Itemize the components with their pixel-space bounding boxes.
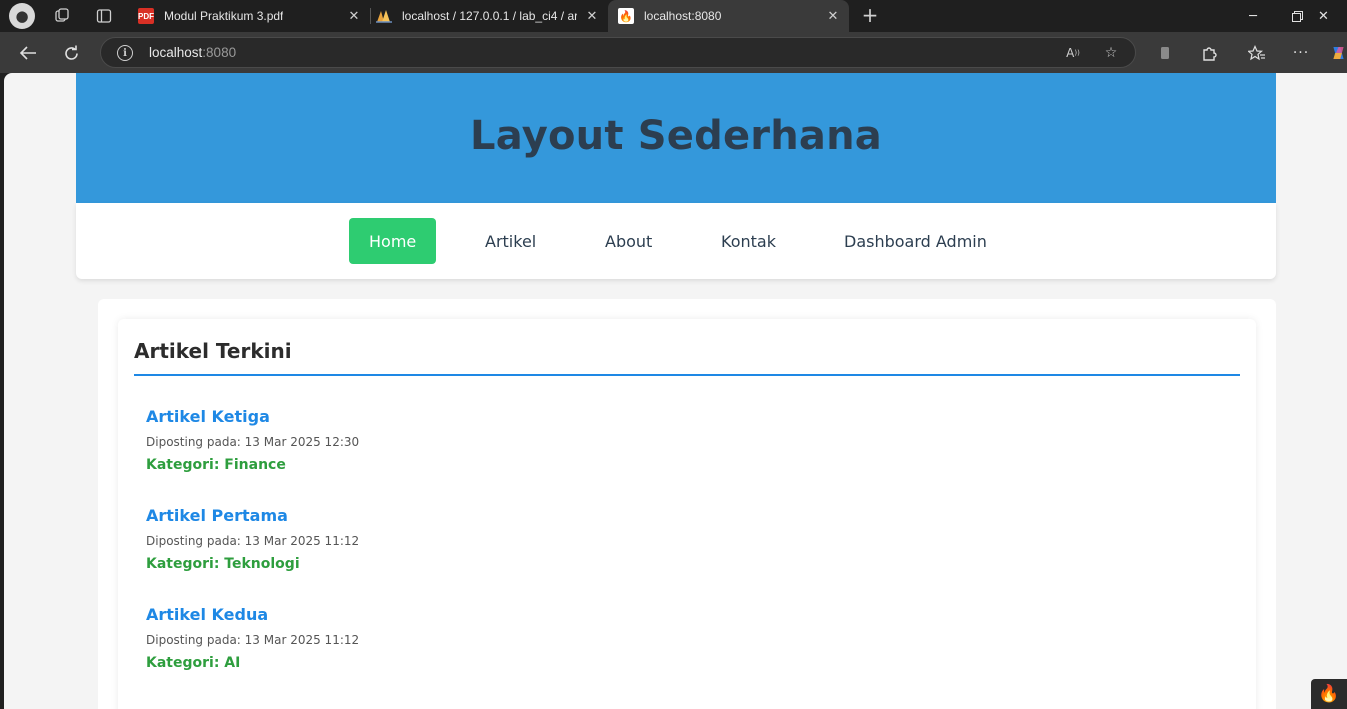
read-aloud-icon[interactable]: A)) [1063,43,1083,63]
extensions-icon[interactable] [1196,40,1222,66]
site-info-icon[interactable]: i [117,45,133,61]
section-title: Artikel Terkini [134,339,292,363]
back-icon[interactable] [15,40,41,66]
nav-kontak[interactable]: Kontak [721,218,776,264]
article-title-link[interactable]: Artikel Pertama [146,506,359,525]
address-url[interactable]: localhost:8080 [149,45,236,60]
article-item: Artikel Pertama Diposting pada: 13 Mar 2… [146,506,359,572]
address-bar[interactable]: i localhost:8080 A)) ☆ [100,37,1136,68]
tab-title: Modul Praktikum 3.pdf [164,9,284,23]
copilot-icon[interactable] [1330,40,1347,66]
main-nav: Home Artikel About Kontak Dashboard Admi… [76,203,1276,279]
article-category: Kategori: Finance [146,457,286,473]
article-date: Diposting pada: 13 Mar 2025 11:12 [146,633,360,647]
tab-phpmyadmin[interactable]: localhost / 127.0.0.1 / lab_ci4 / ar ✕ [366,0,608,32]
article-category: Kategori: AI [146,655,241,671]
refresh-icon[interactable] [58,40,84,66]
nav-dashboard-admin[interactable]: Dashboard Admin [844,218,987,264]
profile-avatar-icon[interactable]: ● [9,3,35,29]
more-menu-icon[interactable]: ··· [1288,40,1314,66]
close-tab-icon[interactable]: ✕ [584,8,600,24]
article-title-link[interactable]: Artikel Kedua [146,605,359,624]
recent-articles-widget: Artikel Terkini Artikel Ketiga Diposting… [118,319,1256,709]
tab-localhost[interactable]: 🔥 localhost:8080 ✕ [608,0,849,32]
pdf-icon: PDF [138,8,154,24]
nav-home[interactable]: Home [349,218,437,264]
workspaces-icon[interactable] [50,4,74,28]
page-viewport: Layout Sederhana Home Artikel About Kont… [4,73,1347,709]
article-title-link[interactable]: Artikel Ketiga [146,407,359,426]
tab-title: localhost:8080 [644,9,722,23]
site-title: Layout Sederhana [470,112,882,159]
main-content: Artikel Terkini Artikel Ketiga Diposting… [98,299,1276,709]
tab-actions-icon[interactable] [92,4,116,28]
browser-tab-strip: ● PDF Modul Praktikum 3.pdf ✕ localhost … [0,0,1347,32]
favorite-star-icon[interactable]: ☆ [1101,43,1121,63]
nav-about[interactable]: About [605,218,652,264]
article-item: Artikel Ketiga Diposting pada: 13 Mar 20… [146,407,359,473]
article-item: Artikel Kedua Diposting pada: 13 Mar 202… [146,605,359,671]
site-header: Layout Sederhana [76,73,1276,203]
close-tab-icon[interactable]: ✕ [346,8,362,24]
debug-toolbar-flame-icon[interactable]: 🔥 [1311,679,1347,709]
phpmyadmin-icon [376,8,392,24]
title-divider [134,374,1240,376]
minimize-icon[interactable]: ─ [1230,0,1276,32]
new-tab-icon[interactable]: + [858,3,882,27]
close-window-icon[interactable]: ✕ [1300,0,1347,32]
nav-artikel[interactable]: Artikel [485,218,536,264]
favorites-icon[interactable] [1244,40,1270,66]
article-category: Kategori: Teknologi [146,556,300,572]
browser-toolbar: i localhost:8080 A)) ☆ ··· [0,32,1347,73]
article-date: Diposting pada: 13 Mar 2025 12:30 [146,435,360,449]
tab-pdf[interactable]: PDF Modul Praktikum 3.pdf ✕ [128,0,370,32]
browser-essentials-icon[interactable] [1152,40,1178,66]
codeigniter-icon: 🔥 [618,8,634,24]
article-date: Diposting pada: 13 Mar 2025 11:12 [146,534,360,548]
close-tab-icon[interactable]: ✕ [825,8,841,24]
tab-title: localhost / 127.0.0.1 / lab_ci4 / ar [402,9,577,23]
